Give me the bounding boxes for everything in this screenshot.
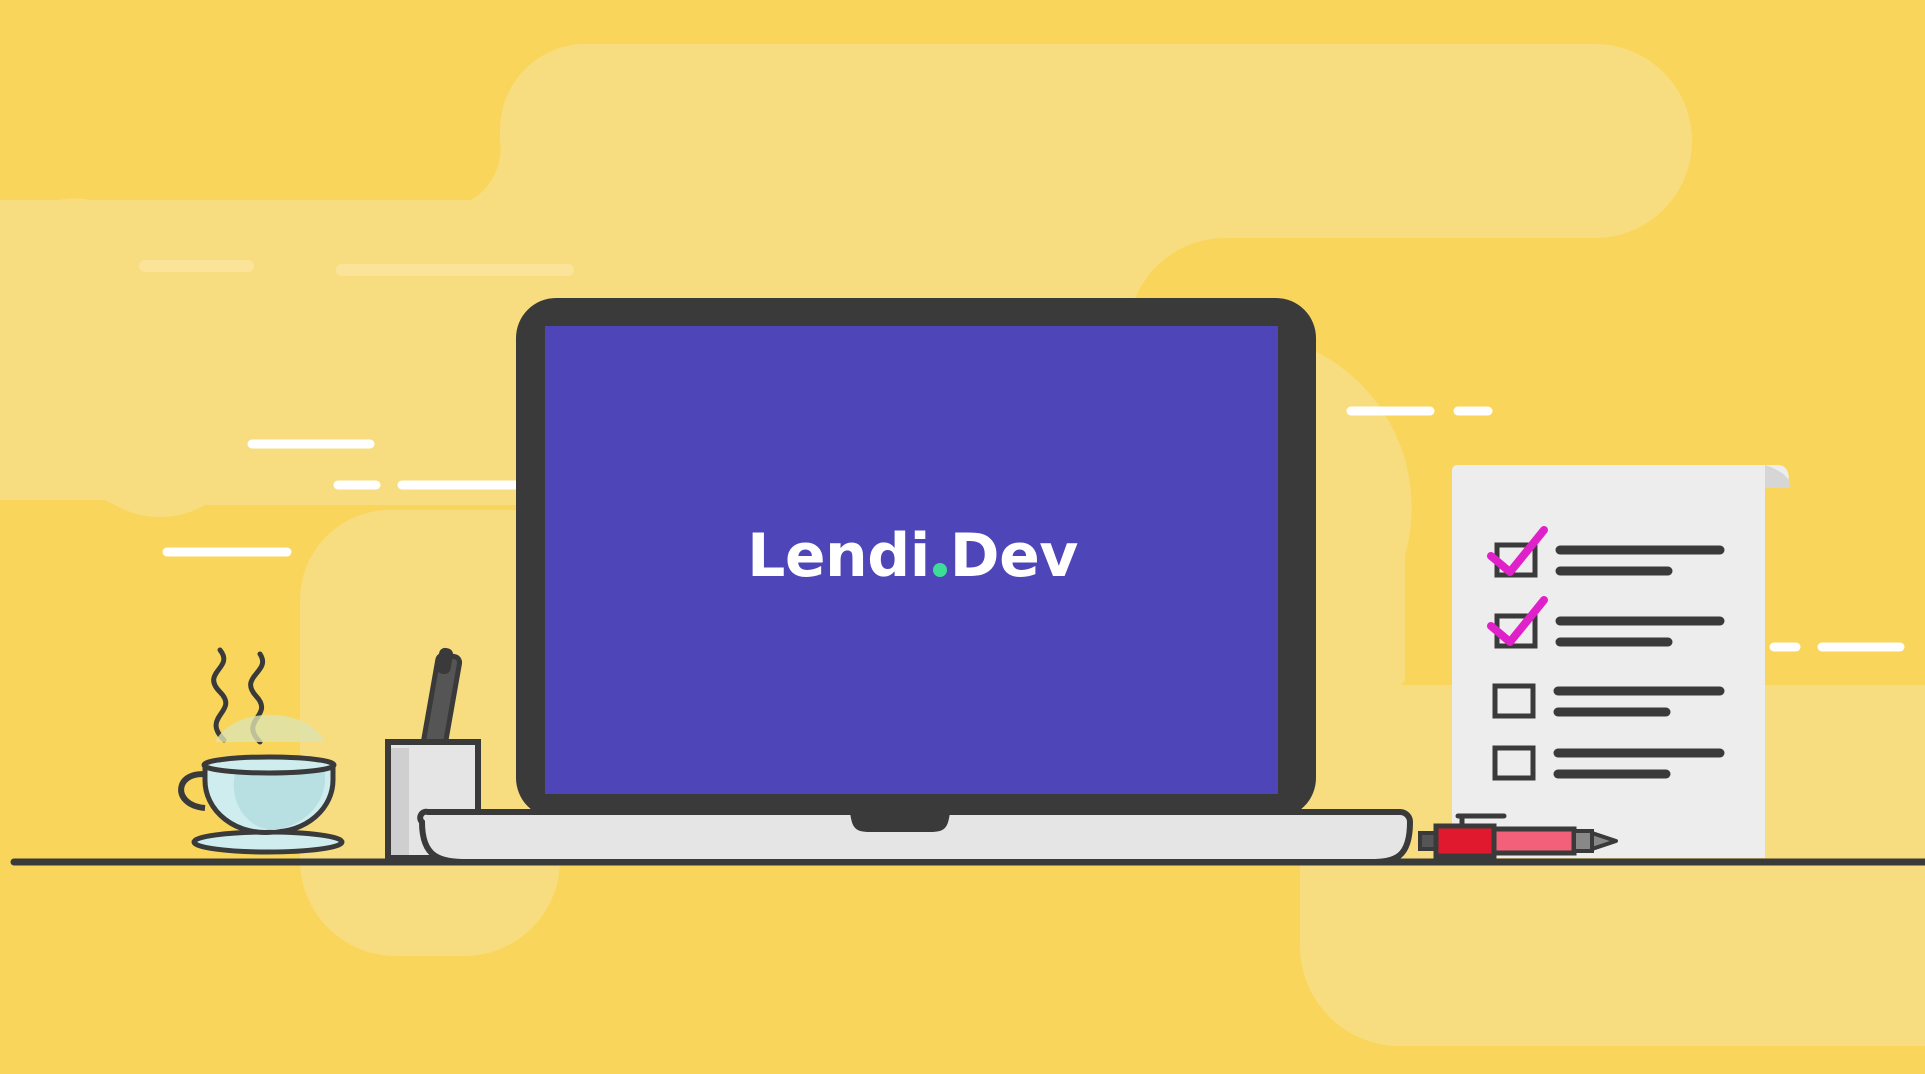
pen-body xyxy=(1433,823,1497,859)
blob-left-lower xyxy=(0,200,200,500)
checklist-paper xyxy=(1452,465,1789,858)
illustration-scene xyxy=(0,44,1925,1046)
cup-rim xyxy=(201,754,337,776)
laptop-screen xyxy=(545,326,1278,794)
holder-shadow xyxy=(391,748,409,855)
laptop-icon xyxy=(417,298,1414,865)
checklist-icon xyxy=(1452,465,1791,858)
laptop-notch xyxy=(850,812,950,832)
saucer xyxy=(191,829,345,855)
pen-cone xyxy=(1572,829,1594,853)
pen-grip xyxy=(1491,826,1577,856)
steam xyxy=(211,647,229,743)
